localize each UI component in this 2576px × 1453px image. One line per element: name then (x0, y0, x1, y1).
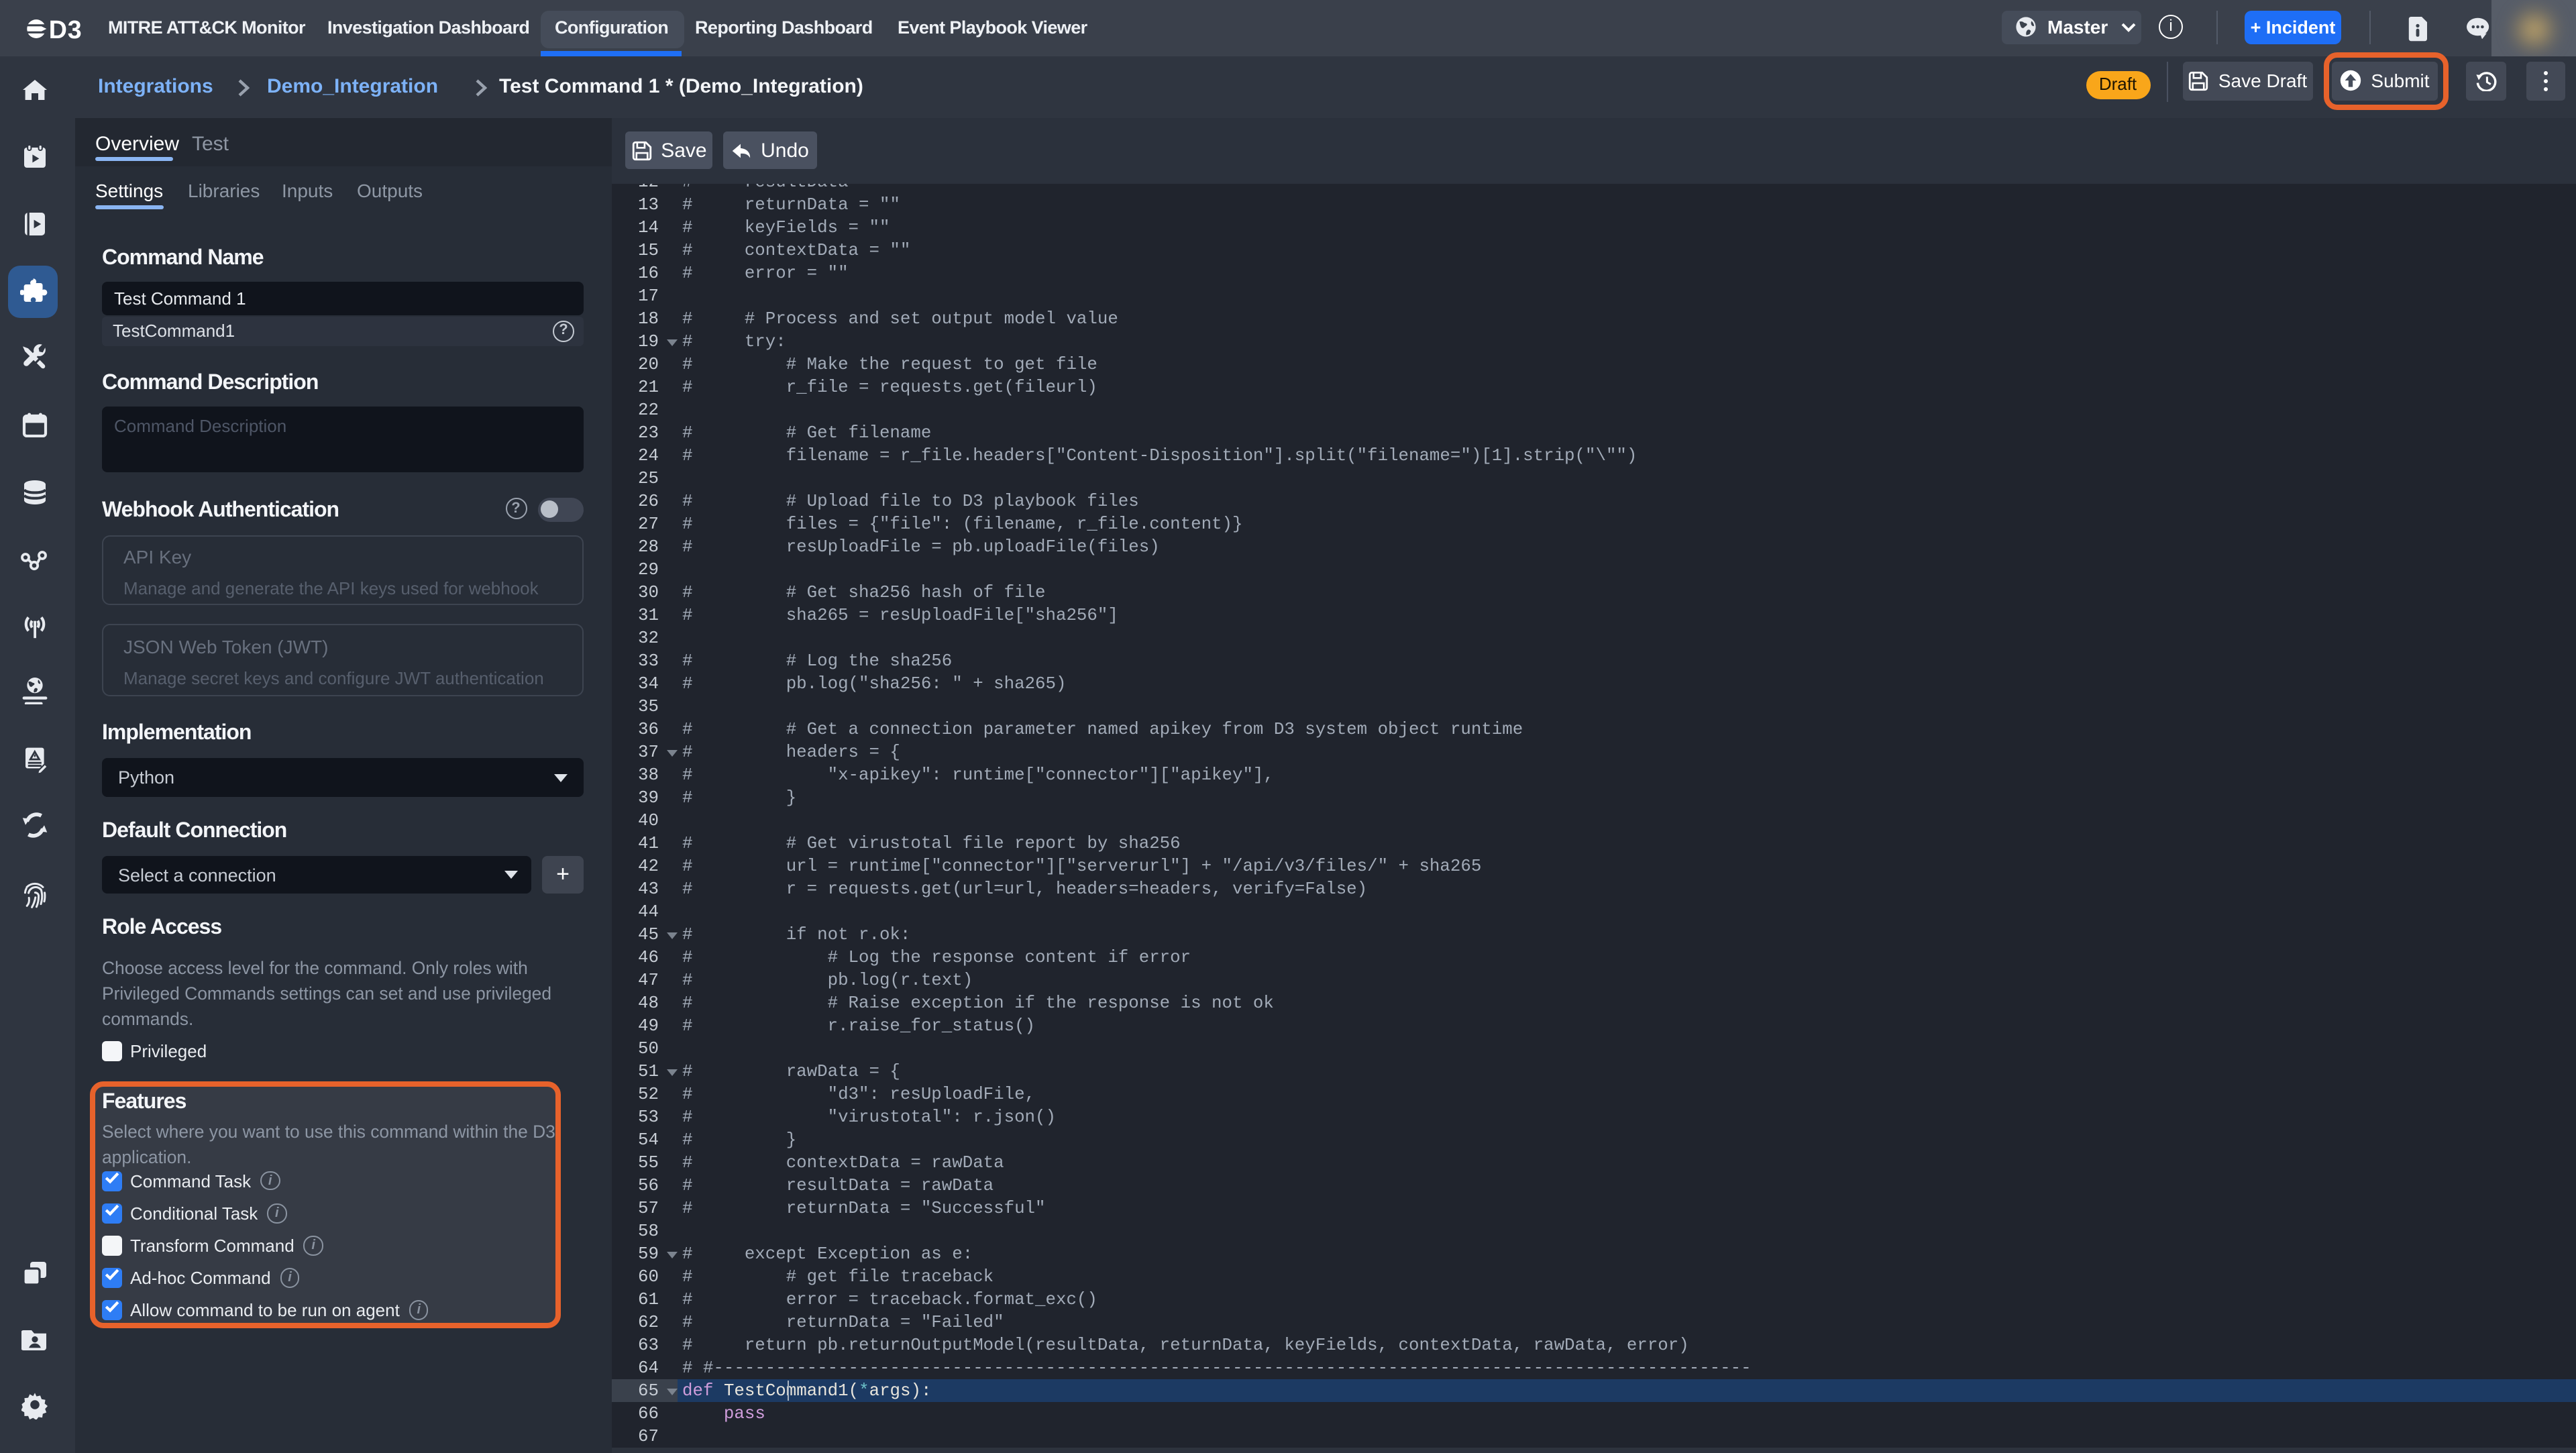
svg-text:D3: D3 (48, 19, 82, 39)
